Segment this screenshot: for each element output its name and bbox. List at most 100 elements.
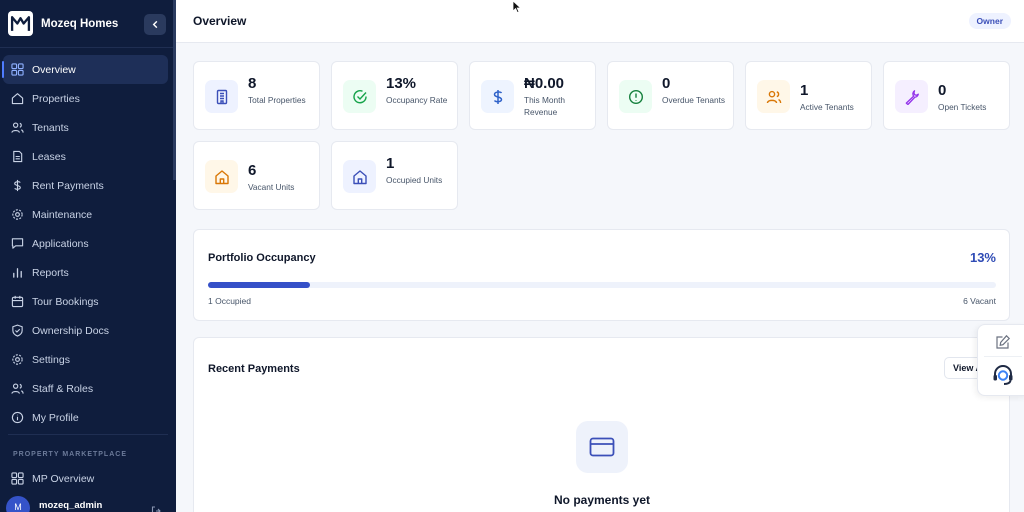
sidebar-item-staff-roles[interactable]: Staff & Roles xyxy=(0,374,176,403)
sidebar-item-overview[interactable]: Overview xyxy=(2,55,168,84)
portfolio-occupancy-card: Portfolio Occupancy 13% 1 Occupied 6 Vac… xyxy=(193,229,1010,321)
headset-support-icon[interactable] xyxy=(991,363,1015,387)
stat-icon-box xyxy=(205,160,238,193)
stat-label: Total Properties xyxy=(248,95,306,105)
stat-value: 0 xyxy=(938,82,947,99)
sidebar-item-label: Reports xyxy=(32,266,69,279)
users-icon xyxy=(11,122,24,133)
stat-value: 1 xyxy=(386,155,395,172)
shield-icon xyxy=(12,324,23,337)
stat-label: Overdue Tenants xyxy=(662,95,726,105)
stat-card-occupied-units[interactable]: 1 Occupied Units xyxy=(331,141,458,210)
occupancy-percent: 13% xyxy=(969,250,996,265)
role-badge: Owner xyxy=(968,13,1011,29)
stat-card-open-tickets[interactable]: 0 Open Tickets xyxy=(883,61,1010,130)
sidebar-item-ownership-docs[interactable]: Ownership Docs xyxy=(0,316,176,345)
edit-icon[interactable] xyxy=(995,334,1011,350)
home-icon xyxy=(214,169,229,184)
sidebar-item-tenants[interactable]: Tenants xyxy=(0,113,176,142)
stat-icon-box xyxy=(895,80,928,113)
sidebar-item-label: Properties xyxy=(32,92,80,105)
recent-payments-card: Recent Payments View All No payments yet xyxy=(193,337,1010,512)
username: mozeq_admin xyxy=(39,499,103,511)
stat-card-occupancy-rate[interactable]: 13% Occupancy Rate xyxy=(331,61,458,130)
users-icon xyxy=(11,383,24,394)
sidebar-item-leases[interactable]: Leases xyxy=(0,142,176,171)
stat-card-monthly-revenue[interactable]: ₦0.00 This Month Revenue xyxy=(469,61,596,130)
sidebar-item-my-profile[interactable]: My Profile xyxy=(0,403,176,432)
stat-value: 1 xyxy=(800,82,809,99)
gear-icon xyxy=(12,209,23,220)
bar-chart-icon xyxy=(13,268,22,278)
mouse-cursor-icon xyxy=(512,0,522,14)
page-title: Overview xyxy=(193,14,247,28)
stat-icon-box xyxy=(343,80,376,113)
sidebar-item-settings[interactable]: Settings xyxy=(0,345,176,374)
empty-state-icon-box xyxy=(576,421,628,473)
vacant-count: 6 Vacant xyxy=(963,296,996,306)
recent-payments-title: Recent Payments xyxy=(208,363,300,375)
stat-value: 0 xyxy=(662,75,671,92)
info-icon xyxy=(11,411,24,424)
credit-card-icon xyxy=(589,437,615,457)
stat-label: Active Tenants xyxy=(800,102,854,112)
stat-value: 6 xyxy=(248,162,257,179)
dollar-icon xyxy=(493,89,502,104)
stat-icon-box xyxy=(205,80,238,113)
sidebar-item-applications[interactable]: Applications xyxy=(0,229,176,258)
message-icon xyxy=(11,238,24,249)
sidebar-item-reports[interactable]: Reports xyxy=(0,258,176,287)
grid-icon xyxy=(11,472,24,485)
stat-value: 13% xyxy=(386,75,417,92)
stat-icon-box xyxy=(619,80,652,113)
sidebar-item-properties[interactable]: Properties xyxy=(0,84,176,113)
avatar: M xyxy=(6,496,30,512)
sidebar-nav: Overview Properties Tenants Leases Rent … xyxy=(0,55,176,432)
users-icon xyxy=(766,90,781,103)
settings-icon xyxy=(12,354,23,365)
sidebar-item-maintenance[interactable]: Maintenance xyxy=(0,200,176,229)
sidebar-item-label: MP Overview xyxy=(32,472,95,485)
stat-icon-box xyxy=(343,160,376,193)
sidebar-item-label: Settings xyxy=(32,353,70,366)
building-icon xyxy=(216,89,227,104)
sidebar-item-label: Ownership Docs xyxy=(32,324,110,337)
collapse-sidebar-button[interactable] xyxy=(144,14,166,35)
occupied-count: 1 Occupied xyxy=(208,296,251,306)
logout-icon[interactable] xyxy=(151,506,161,512)
occupancy-title: Portfolio Occupancy xyxy=(208,252,316,264)
wrench-icon xyxy=(905,89,919,105)
stat-card-overdue-tenants[interactable]: 0 Overdue Tenants xyxy=(607,61,734,130)
dollar-icon xyxy=(14,179,21,192)
stat-card-total-properties[interactable]: 8 Total Properties xyxy=(193,61,320,130)
sidebar: Mozeq Homes Overview Properties Tenants … xyxy=(0,0,176,512)
sidebar-item-tour-bookings[interactable]: Tour Bookings xyxy=(0,287,176,316)
stat-value: 8 xyxy=(248,75,257,92)
alert-circle-icon xyxy=(628,89,643,104)
divider xyxy=(984,356,1022,357)
check-circle-icon xyxy=(352,89,367,103)
stat-icon-box xyxy=(481,80,514,113)
sidebar-item-label: Overview xyxy=(32,63,76,76)
calendar-icon xyxy=(11,295,24,308)
logo xyxy=(8,11,33,36)
document-icon xyxy=(13,150,23,163)
stat-label: Open Tickets xyxy=(938,102,987,112)
section-label: PROPERTY MARKETPLACE xyxy=(13,451,127,458)
floating-widget xyxy=(977,324,1024,396)
home-icon xyxy=(352,169,367,184)
divider xyxy=(8,434,168,435)
home-icon xyxy=(11,93,24,105)
sidebar-item-rent-payments[interactable]: Rent Payments xyxy=(0,171,176,200)
grid-icon xyxy=(11,63,24,76)
stat-label: Occupied Units xyxy=(386,175,443,185)
sidebar-item-label: Applications xyxy=(32,237,89,250)
occupancy-progress-fill xyxy=(208,282,311,288)
stat-label: Occupancy Rate xyxy=(386,95,448,105)
sidebar-item-mp-overview[interactable]: MP Overview xyxy=(0,464,176,493)
sidebar-item-label: Maintenance xyxy=(32,208,93,221)
stat-card-vacant-units[interactable]: 6 Vacant Units xyxy=(193,141,320,210)
sidebar-item-label: Rent Payments xyxy=(32,179,104,192)
stat-card-active-tenants[interactable]: 1 Active Tenants xyxy=(745,61,872,130)
user-menu[interactable]: M mozeq_admin xyxy=(6,496,171,512)
